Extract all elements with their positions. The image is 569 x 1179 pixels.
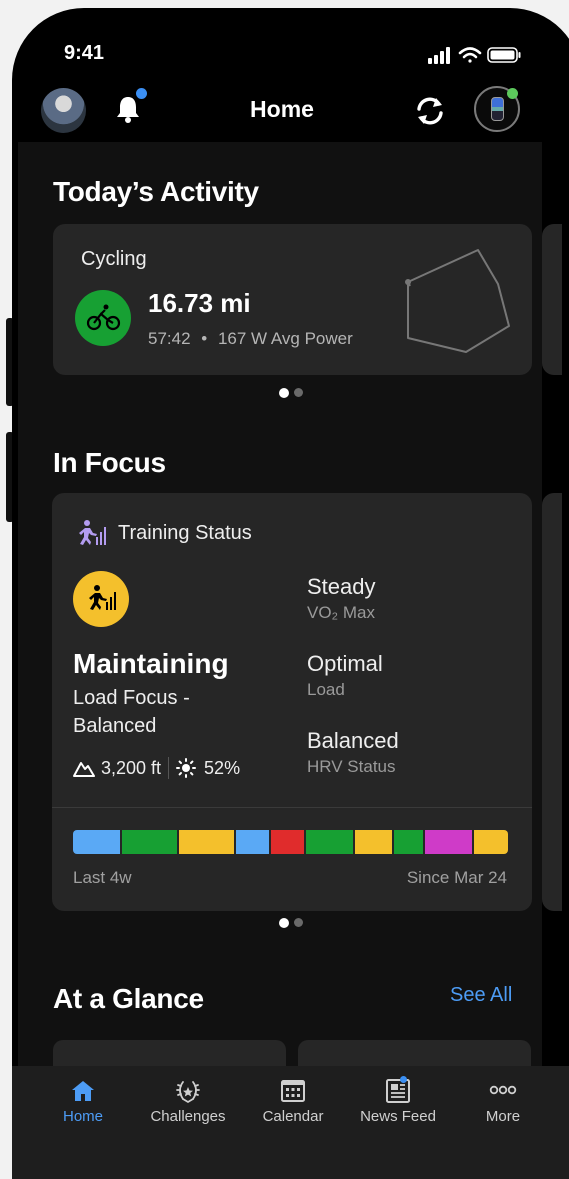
pager-dot [294,388,303,397]
next-activity-card-peek[interactable] [542,224,562,375]
altitude-value: 3,200 ft [101,757,162,778]
metric-value: Steady [307,574,376,599]
training-status-badge [73,571,129,627]
more-icon [489,1085,517,1095]
mountain-icon [73,762,95,777]
metric-label: Load [307,680,345,699]
training-status-value: Maintaining [73,648,229,679]
history-segment [355,830,392,854]
metric-label: HRV Status [307,757,396,776]
page-title: Home [250,96,314,122]
route-map [405,249,510,353]
activity-distance: 16.73 mi [148,288,251,318]
todays-activity-title: Today’s Activity [53,176,259,207]
training-status-card[interactable]: Training Status Maintaining Load Focus -… [52,493,532,911]
home-icon [72,1081,94,1101]
news-feed-badge [400,1076,407,1083]
conditions-row: 3,200 ft 52% [73,757,240,779]
training-status-icon [79,520,106,545]
heat-value: 52% [204,757,241,778]
status-icons [428,47,521,64]
activity-type: Cycling [81,248,147,270]
tab-label: More [485,1108,521,1125]
at-a-glance-title: At a Glance [53,983,204,1014]
device-connected-badge [507,88,518,99]
see-all-link[interactable]: See All [450,984,512,1007]
history-segment [271,830,304,854]
pager-dot-active [279,918,289,928]
tab-label: News Feed [360,1108,436,1125]
tab-bar: Home Challenges Calendar News Feed More [12,1066,569,1179]
metric-load: Optimal Load [307,651,383,700]
history-segment [394,830,423,854]
laurel-icon [176,1081,200,1104]
tab-challenges[interactable]: Challenges [134,1066,242,1146]
sync-icon[interactable] [412,93,448,129]
activity-card[interactable]: Cycling 16.73 mi 57:42 • 167 W Avg Power [53,224,532,375]
activity-details: 57:42 • 167 W Avg Power [148,329,353,349]
wifi-icon [458,47,482,63]
metric-value: Optimal [307,651,383,676]
metric-vo2max: Steady VO₂ Max [307,574,376,623]
activity-avg-power: 167 W Avg Power [217,329,353,348]
history-segment [122,830,177,854]
history-segment [306,830,353,854]
tab-label: Challenges [150,1108,226,1125]
conditions-separator [168,757,170,779]
card-divider [52,807,532,808]
pager-dot [294,918,303,927]
in-focus-title: In Focus [53,447,166,478]
tab-label: Home [62,1108,103,1125]
activity-separator: • [201,329,208,348]
history-end-label: Since Mar 24 [406,868,507,887]
load-focus: Load Focus - Balanced [73,687,190,737]
notification-badge [136,88,147,99]
cellular-signal-icon [428,47,450,64]
next-focus-card-peek[interactable] [542,493,562,911]
sun-icon [176,758,197,778]
tab-label: Calendar [262,1108,324,1125]
history-segment [425,830,472,854]
activity-duration: 57:42 [148,329,191,348]
runner-bars-icon [89,585,116,610]
metric-hrv-status: Balanced HRV Status [307,728,399,777]
metric-value: Balanced [307,728,399,753]
history-segment [236,830,269,854]
bicycle-icon [86,304,121,331]
focus-pager[interactable] [279,918,303,928]
activity-pager[interactable] [279,388,303,398]
training-status-title: Training Status [118,522,252,544]
history-segment [179,830,234,854]
tab-more[interactable]: More [449,1066,557,1146]
tab-news-feed[interactable]: News Feed [344,1066,452,1146]
history-start-label: Last 4w [73,868,132,887]
metric-label: VO₂ Max [307,603,375,622]
history-segment [474,830,508,854]
training-history-bar [73,830,508,854]
status-time: 9:41 [64,42,105,64]
activity-icon [75,290,131,346]
watch-icon [491,97,504,121]
calendar-icon [281,1080,305,1102]
battery-icon [487,47,521,63]
profile-avatar[interactable] [41,88,86,133]
newspaper-icon [386,1079,410,1103]
history-segment [73,830,120,854]
pager-dot-active [279,388,289,398]
tab-calendar[interactable]: Calendar [239,1066,347,1146]
tab-home[interactable]: Home [29,1066,137,1146]
